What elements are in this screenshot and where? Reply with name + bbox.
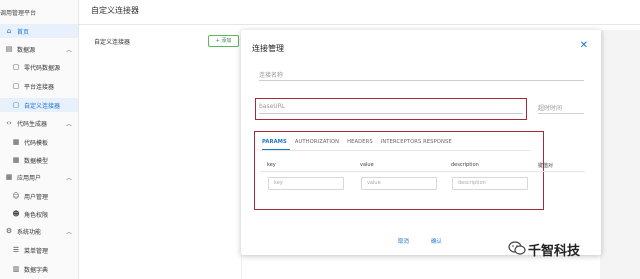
document-icon: ▢: [12, 63, 20, 71]
sidebar: 调用管理平台 ⌂ 首页 ▤ 数据源 ︿ ▢ 零代码数据源 ▢ 平台连接器 ▢ 自…: [0, 0, 79, 279]
sidebar-item-data-model[interactable]: ▦ 数据模型: [0, 153, 78, 167]
home-icon: ⌂: [6, 27, 12, 35]
sidebar-item-label: 角色权限: [24, 211, 49, 219]
sidebar-item-code-template[interactable]: ▦ 代码模板: [0, 135, 78, 149]
role-icon: ☻: [12, 210, 20, 218]
column-header-value: value: [360, 162, 374, 168]
sidebar-group-app-users[interactable]: ▦ 应用用户 ︿: [0, 170, 78, 184]
book-icon: ▥: [12, 265, 20, 273]
connector-list-panel: 自定义连接器 + 添加: [86, 30, 242, 279]
tab-divider: [260, 150, 530, 151]
sidebar-item-custom-connector[interactable]: ▢ 自定义连接器: [0, 98, 78, 112]
add-connector-button[interactable]: + 添加: [208, 35, 239, 47]
sidebar-item-label: 数据模型: [24, 157, 49, 165]
sidebar-item-menu-management[interactable]: ☰ 菜单管理: [0, 243, 78, 257]
code-icon: ‹›: [6, 119, 12, 127]
sidebar-group-label: 应用用户: [17, 174, 42, 182]
sidebar-item-label: 代码模板: [24, 139, 49, 147]
connector-list-label: 自定义连接器: [94, 39, 131, 46]
sidebar-group-label: 系统功能: [17, 228, 42, 236]
menu-icon: ☰: [12, 246, 20, 254]
cancel-button[interactable]: 取消: [398, 237, 409, 245]
sidebar-group-label: 代码生成器: [17, 120, 48, 128]
page-title: 自定义连接器: [91, 6, 139, 15]
close-icon[interactable]: ✕: [580, 41, 588, 51]
sidebar-item-label: 平台连接器: [24, 83, 55, 91]
template-icon: ▦: [12, 138, 20, 146]
sidebar-group-code-generator[interactable]: ‹› 代码生成器 ︿: [0, 116, 78, 130]
param-value-input[interactable]: value: [361, 177, 437, 190]
timeout-field[interactable]: 超时时间: [538, 103, 584, 114]
wechat-icon: [508, 241, 526, 255]
document-icon: ▢: [12, 82, 20, 90]
tab-interceptors-response[interactable]: INTERCEPTORS RESPONSE: [381, 139, 452, 149]
column-header-description: description: [451, 162, 479, 168]
model-icon: ▦: [12, 156, 20, 164]
sidebar-item-home[interactable]: ⌂ 首页: [0, 24, 78, 38]
grid-icon: ▦: [5, 173, 13, 181]
sidebar-item-data-dictionary[interactable]: ▥ 数据字典: [0, 262, 78, 276]
sidebar-item-user-management[interactable]: ☺ 用户管理: [0, 189, 78, 203]
sidebar-item-label: 零代码数据源: [24, 64, 61, 72]
app-brand: 调用管理平台: [0, 10, 37, 17]
chevron-up-icon: ︿: [65, 174, 72, 182]
tab-headers[interactable]: HEADERS: [347, 139, 373, 149]
column-header-key-value: 键值对: [538, 163, 554, 169]
request-tabs: PARAMS AUTHORIZATION HEADERS INTERCEPTOR…: [262, 139, 452, 149]
connection-name-field[interactable]: 连接名称: [259, 70, 584, 81]
sidebar-item-role-permissions[interactable]: ☻ 角色权限: [0, 207, 78, 221]
top-bar: 自定义连接器: [79, 0, 640, 25]
param-description-input[interactable]: description: [452, 177, 528, 190]
connection-dialog: 连接管理 ✕ 连接名称 baseURL 超时时间 PARAMS AUTHORIZ…: [241, 30, 601, 255]
dialog-title: 连接管理: [252, 44, 284, 53]
sidebar-item-label: 用户管理: [24, 193, 49, 201]
sidebar-group-label: 数据源: [17, 46, 36, 54]
settings-icon: ⚙: [5, 227, 13, 235]
tab-params[interactable]: PARAMS: [262, 139, 287, 149]
document-icon: ▢: [12, 101, 20, 109]
chevron-up-icon: ︿: [65, 120, 72, 128]
chevron-up-icon: ︿: [65, 46, 72, 54]
base-url-field[interactable]: baseURL: [259, 103, 523, 114]
sidebar-group-system[interactable]: ⚙ 系统功能 ︿: [0, 224, 78, 238]
watermark-text: 千智科技: [528, 244, 581, 259]
sidebar-item-label: 自定义连接器: [24, 102, 61, 110]
param-key-input[interactable]: key: [268, 177, 344, 190]
column-header-key: key: [267, 162, 276, 168]
chevron-up-icon: ︿: [65, 228, 72, 236]
sidebar-item-label: 数据字典: [24, 266, 49, 274]
user-icon: ☺: [12, 192, 20, 200]
table-header-divider: [260, 171, 585, 172]
tab-authorization[interactable]: AUTHORIZATION: [295, 139, 339, 149]
database-icon: ▤: [5, 45, 13, 53]
background-panel: [600, 30, 640, 279]
sidebar-item-zero-code-datasource[interactable]: ▢ 零代码数据源: [0, 60, 78, 74]
sidebar-item-label: 菜单管理: [24, 247, 49, 255]
sidebar-item-platform-connector[interactable]: ▢ 平台连接器: [0, 79, 78, 93]
confirm-button[interactable]: 确认: [431, 237, 442, 245]
sidebar-group-datasource[interactable]: ▤ 数据源 ︿: [0, 42, 78, 56]
sidebar-item-label: 首页: [17, 28, 30, 36]
